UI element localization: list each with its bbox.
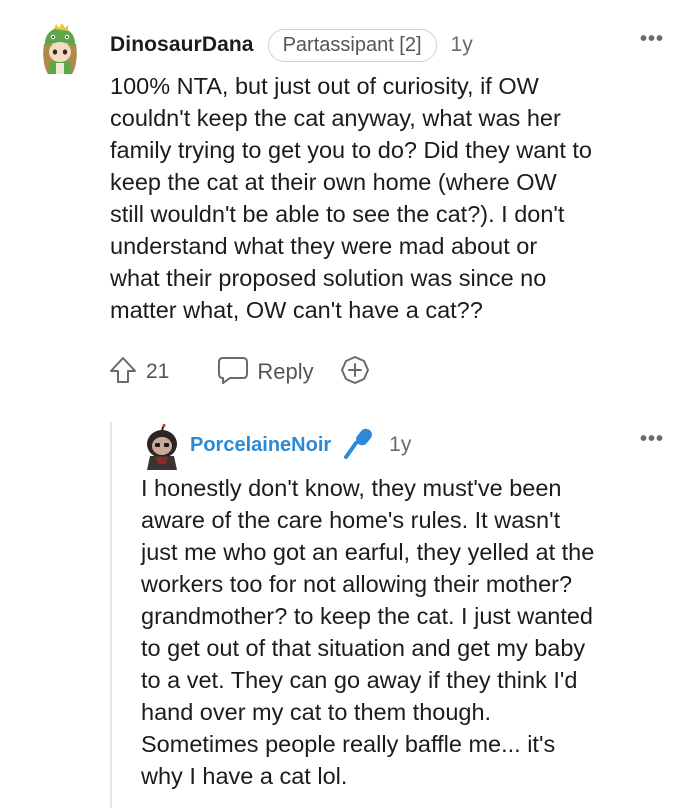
avatar[interactable]	[142, 423, 182, 470]
reply-comment: PorcelaineNoir 1y ••• I honestly don't k…	[0, 420, 700, 808]
comment-header: PorcelaineNoir 1y	[190, 428, 411, 462]
comment-age: 1y	[389, 433, 412, 456]
plus-award-icon[interactable]	[340, 355, 370, 390]
microphone-icon	[341, 426, 375, 465]
reply-label: Reply	[257, 359, 314, 384]
upvote-count: 21	[146, 360, 170, 383]
comment-age: 1y	[450, 33, 473, 56]
comment-header: DinosaurDana Partassipant [2] 1y	[110, 28, 473, 62]
username[interactable]: PorcelaineNoir	[190, 434, 331, 457]
vote-group: 21	[108, 355, 169, 390]
more-options-icon[interactable]: •••	[640, 428, 664, 451]
user-flair: Partassipant [2]	[267, 28, 437, 62]
username[interactable]: DinosaurDana	[110, 33, 254, 57]
upvote-arrow-icon[interactable]	[108, 355, 138, 390]
comment-body: 100% NTA, but just out of curiosity, if …	[110, 73, 593, 323]
speech-bubble-icon	[217, 355, 249, 390]
more-options-icon[interactable]: •••	[640, 28, 664, 51]
comment: DinosaurDana Partassipant [2] 1y ••• 100…	[0, 0, 700, 400]
avatar[interactable]	[38, 22, 82, 76]
reply-button[interactable]: Reply	[217, 355, 314, 390]
comment-body: I honestly don't know, they must've been…	[141, 475, 595, 789]
comment-actions: 21 Reply	[108, 352, 370, 392]
